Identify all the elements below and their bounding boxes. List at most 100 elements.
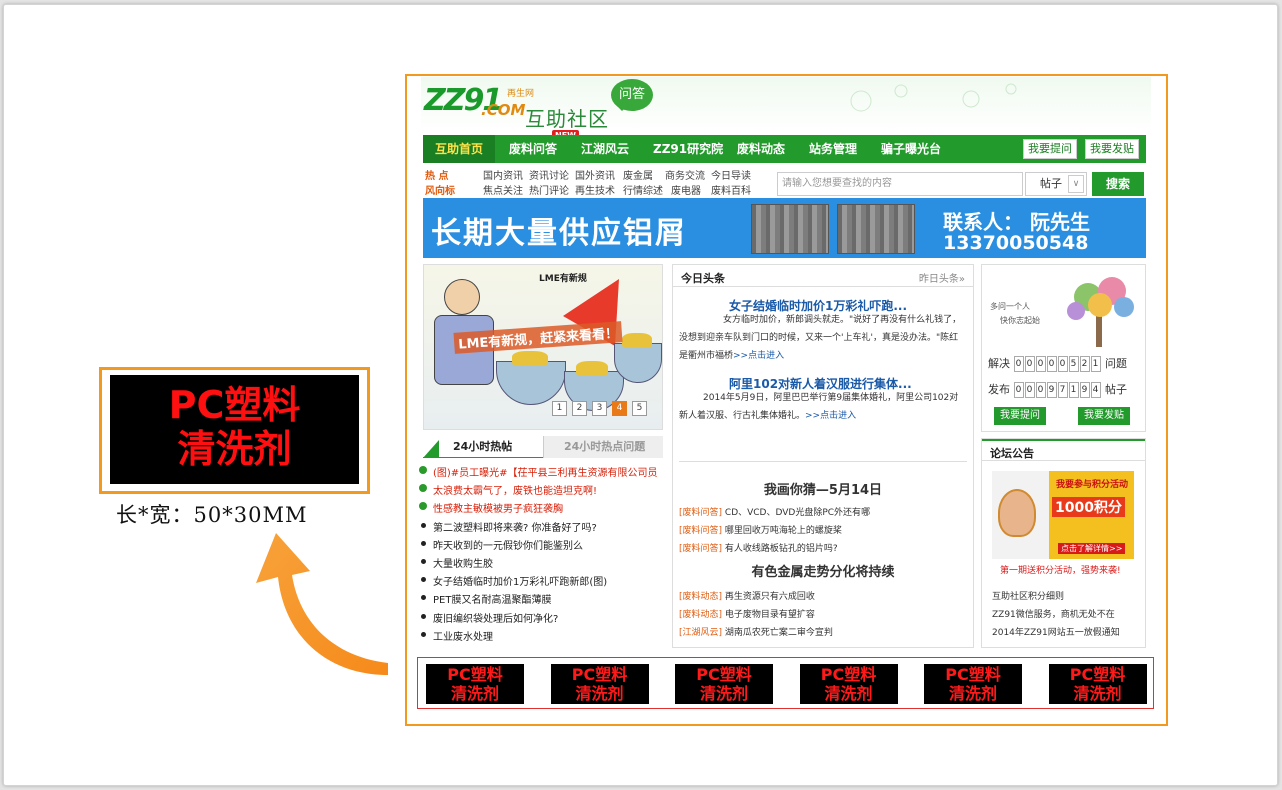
pc-plastic-cleaner-ad[interactable]: PC塑料 清洗剂 xyxy=(799,664,898,704)
aluminum-banner-ad[interactable]: 长期大量供应铝屑 联系人： 阮先生 13370050548 xyxy=(423,198,1146,258)
nav-scam-exposure[interactable]: 骗子曝光台 xyxy=(881,135,941,163)
quick-link[interactable]: 资讯讨论 xyxy=(529,167,569,182)
digit: 0 xyxy=(1035,356,1046,372)
list-item-title: 再生资源只有六成回收 xyxy=(724,592,815,602)
slide-page-button[interactable]: 3 xyxy=(592,401,607,416)
led-ad-line1: PC塑料 xyxy=(168,383,301,427)
community-stats-panel: 多问一个人 快你志起始 解决 00000521 问题 发布 00097194 帖… xyxy=(981,264,1146,432)
digit: 4 xyxy=(1090,382,1101,398)
list-item[interactable]: [江湖风云] 湖南瓜农死亡案二审今宣判 xyxy=(679,625,833,638)
quick-link[interactable]: 废料百科 xyxy=(711,182,751,197)
quick-link[interactable]: 今日导读 xyxy=(711,167,751,182)
new-post-button[interactable]: 我要发贴 xyxy=(1078,407,1130,425)
hot-list-item[interactable]: 性感教主敏模被男子疯狂袭胸 xyxy=(419,500,563,515)
quick-link[interactable]: 国内资讯 xyxy=(483,167,523,182)
pc-plastic-cleaner-ad[interactable]: PC塑料 清洗剂 xyxy=(426,664,524,704)
ask-question-button[interactable]: 我要提问 xyxy=(994,407,1046,425)
quick-link[interactable]: 废金属 xyxy=(623,167,653,182)
quick-links: 热 点 风向标 国内资讯 资讯讨论 国外资讯 废金属 商务交流 今日导读 焦点关… xyxy=(425,167,765,197)
ad-line1: PC塑料 xyxy=(571,665,628,684)
forum-title: 论坛公告 xyxy=(990,447,1034,460)
cartoon-slideshow[interactable]: LME有新规 LME有新规，赶紧来看看！ 1 2 3 4 5 xyxy=(423,264,663,430)
points-activity-ad[interactable]: 我要参与积分活动 1000积分 点击了解详情>> xyxy=(992,471,1134,559)
forum-item[interactable]: ZZ91微信服务，商机无处不在 xyxy=(992,607,1115,620)
hot-list-item-text: 昨天收到的一元假钞你们能鉴别么 xyxy=(433,540,583,552)
search-button[interactable]: 搜索 xyxy=(1092,172,1144,196)
slide-page-button[interactable]: 1 xyxy=(552,401,567,416)
nav-research[interactable]: ZZ91研究院 xyxy=(653,135,723,163)
metal-block-image xyxy=(837,204,915,254)
logo-subtitle: 再生网 xyxy=(507,89,535,99)
digit: 5 xyxy=(1068,356,1079,372)
hot-list-item[interactable]: 废旧编织袋处理后如何净化? xyxy=(421,610,558,625)
led-ad-line2: 清洗剂 xyxy=(177,427,292,471)
new-post-button[interactable]: 我要发贴 xyxy=(1085,139,1139,159)
quick-link[interactable]: 国外资讯 xyxy=(575,167,615,182)
quick-link[interactable]: 行情综述 xyxy=(623,182,663,197)
quick-link[interactable]: 再生技术 xyxy=(575,182,615,197)
nav-waste-qa[interactable]: 废料问答 xyxy=(509,135,557,163)
hot-list-item[interactable]: 工业废水处理 xyxy=(421,628,493,643)
ad-line1: PC塑料 xyxy=(820,665,877,684)
slide-page-button-active[interactable]: 4 xyxy=(612,401,627,416)
hot-list-item[interactable]: 大量收购生胶 xyxy=(421,555,493,570)
headlines-header: 今日头条 昨日头条» xyxy=(673,265,973,287)
list-item[interactable]: [废料动态] 电子废物目录有望扩容 xyxy=(679,607,815,620)
nav-jianghu[interactable]: 江湖风云 xyxy=(581,135,629,163)
nav-admin[interactable]: 站务管理 xyxy=(809,135,857,163)
bullet-icon xyxy=(421,577,426,583)
hot-list-item[interactable]: 女子结婚临时加价1万彩礼吓跑新郎(图) xyxy=(421,573,607,588)
headline-1-more-link[interactable]: >>点击进入 xyxy=(733,351,784,361)
quick-link[interactable]: 废电器 xyxy=(671,182,701,197)
hot-list-item[interactable]: 昨天收到的一元假钞你们能鉴别么 xyxy=(421,537,583,552)
pc-plastic-cleaner-ad[interactable]: PC塑料 清洗剂 xyxy=(550,664,649,704)
digit: 1 xyxy=(1090,356,1101,372)
digit: 7 xyxy=(1057,382,1068,398)
slide-page-button[interactable]: 2 xyxy=(572,401,587,416)
hot-list-item[interactable]: 第二波塑料即将来袭? 你准备好了吗? xyxy=(421,519,597,534)
hot-list-item[interactable]: PET膜又名耐高温聚酯薄膜 xyxy=(421,591,551,606)
list-item[interactable]: [废料问答] 哪里回收万吨海轮上的螺旋桨 xyxy=(679,523,842,536)
nav-home[interactable]: 互助首页 xyxy=(423,135,496,163)
pc-plastic-cleaner-ad[interactable]: PC塑料 清洗剂 xyxy=(675,664,773,704)
slide-page-button[interactable]: 5 xyxy=(632,401,647,416)
pointer-arrow-icon xyxy=(256,533,388,675)
ad-detail-button[interactable]: 点击了解详情>> xyxy=(1058,543,1126,554)
led-ad-display: PC塑料 清洗剂 xyxy=(110,375,359,484)
quick-link[interactable]: 焦点关注 xyxy=(483,182,523,197)
pc-plastic-cleaner-ad[interactable]: PC塑料 清洗剂 xyxy=(924,664,1022,704)
green-dot-icon xyxy=(419,502,427,511)
decor-bubbles-icon xyxy=(850,83,1017,112)
section-title-drawing[interactable]: 我画你猜—5月14日 xyxy=(673,479,973,498)
nav-news[interactable]: 废料动态 xyxy=(737,135,785,163)
list-item[interactable]: [废料问答] CD、VCD、DVD光盘除PC外还有哪 xyxy=(679,505,870,518)
tree-icon xyxy=(1067,277,1134,347)
list-item-title: 电子废物目录有望扩容 xyxy=(724,610,815,620)
quick-link[interactable]: 商务交流 xyxy=(665,167,705,182)
tab-24h-hot-questions[interactable]: 24小时热点问题 xyxy=(543,436,663,458)
hot-list-item[interactable]: 太浪费太霸气了，废铁也能造坦克啊! xyxy=(419,482,597,497)
solved-unit: 问题 xyxy=(1105,357,1127,370)
gold-ingot-icon xyxy=(512,351,548,365)
list-item[interactable]: [废料动态] 再生资源只有六成回收 xyxy=(679,589,815,602)
ad-caption[interactable]: 第一期送积分活动，强势来袭! xyxy=(1000,563,1121,576)
section-title-metals[interactable]: 有色金属走势分化将持续 xyxy=(673,561,973,580)
yesterday-headlines-link[interactable]: 昨日头条» xyxy=(919,270,965,285)
search-type-select[interactable]: 帖子 ∨ xyxy=(1025,172,1087,196)
list-item-title: 哪里回收万吨海轮上的螺旋桨 xyxy=(724,526,842,536)
list-item[interactable]: [废料问答] 有人收线路板钻孔的铝片吗? xyxy=(679,541,838,554)
headline-1-body: 女方临时加价，新郎调头就走。"说好了再没有什么礼钱了，没想到迎亲车队到门口的时候… xyxy=(679,311,967,365)
forum-item[interactable]: 互助社区积分细则 xyxy=(992,589,1064,602)
search-input[interactable]: 请输入您想要查找的内容 xyxy=(777,172,1023,196)
chevron-down-icon[interactable]: ∨ xyxy=(1068,175,1084,193)
tab-24h-hot-posts[interactable]: 24小时热帖 xyxy=(453,436,512,458)
digit: 9 xyxy=(1079,382,1090,398)
pc-plastic-cleaner-ad[interactable]: PC塑料 清洗剂 xyxy=(1048,664,1147,704)
ask-question-button[interactable]: 我要提问 xyxy=(1023,139,1077,159)
hot-list-item[interactable]: (图)#员工曝光#【茌平县三利再生资源有限公司员 xyxy=(419,464,658,479)
qa-bubble-icon: 问答 xyxy=(611,79,653,111)
forum-item[interactable]: 2014年ZZ91网站五一放假通知 xyxy=(992,625,1120,638)
hot-list-item-text: (图)#员工曝光#【茌平县三利再生资源有限公司员 xyxy=(433,468,658,479)
headline-2-more-link[interactable]: >>点击进入 xyxy=(805,411,856,421)
quick-link[interactable]: 热门评论 xyxy=(529,182,569,197)
